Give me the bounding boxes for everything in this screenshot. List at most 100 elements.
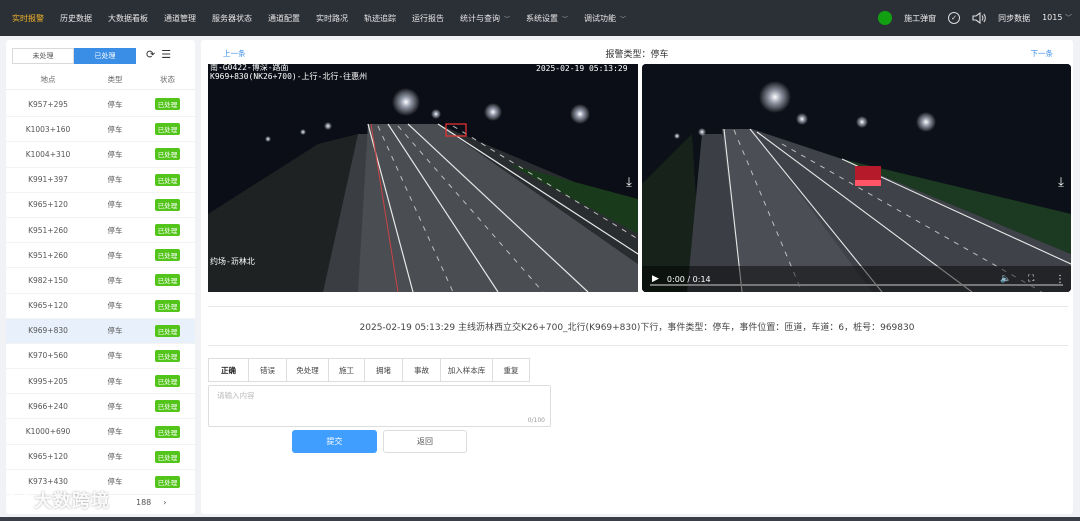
row-type: 停车: [107, 376, 123, 386]
header-type: 类型: [107, 75, 123, 84]
header-location: 地点: [40, 75, 56, 84]
row-status: 已处理: [140, 168, 195, 192]
top-nav-bar: 实时报警 历史数据 大数据看板 通道管理 服务器状态 通道配置 实时路况 轨迹追踪 运行报告 统计…: [0, 0, 1080, 36]
tab-processed[interactable]: 已处理: [74, 48, 136, 64]
nav-item-1[interactable]: 历史数据: [52, 0, 100, 36]
brand-watermark: 大数跨境: [8, 487, 110, 513]
alarm-list-row[interactable]: K951+260 停车 已处理: [6, 218, 195, 244]
alarm-list-row[interactable]: K1004+310 停车 已处理: [6, 142, 195, 168]
row-status: 已处理: [140, 470, 195, 494]
alarm-list-row[interactable]: K982+150 停车 已处理: [6, 268, 195, 294]
status-badge: 已处理: [154, 148, 181, 161]
check-circle-icon[interactable]: ✓: [948, 12, 961, 24]
row-location: K982+150: [28, 275, 68, 285]
row-location: K951+260: [28, 250, 68, 260]
alarm-list-row[interactable]: K965+120 停车 已处理: [6, 193, 195, 218]
alarm-list-row[interactable]: K970+560 停车 已处理: [6, 344, 195, 370]
user-menu[interactable]: 1015 ﹀: [1042, 13, 1072, 23]
back-button[interactable]: 返回: [383, 430, 467, 453]
alarm-list-row[interactable]: K995+205 停车 已处理: [6, 369, 195, 395]
nav-item-0[interactable]: 实时报警: [4, 0, 52, 36]
tag-button[interactable]: 拥堵: [365, 359, 403, 381]
video-progress-bar[interactable]: [650, 284, 1063, 286]
alarm-list-row[interactable]: K966+240 停车 已处理: [6, 394, 195, 420]
play-icon[interactable]: ▶: [652, 274, 659, 284]
row-status: 已处理: [140, 142, 195, 166]
alarm-list-row[interactable]: K991+397 停车 已处理: [6, 168, 195, 193]
alarm-list-row[interactable]: K951+260 停车 已处理: [6, 243, 195, 269]
alarm-list-row[interactable]: K957+295 停车 已处理: [6, 92, 195, 118]
nav-item-4[interactable]: 服务器状态: [204, 0, 260, 36]
chevron-down-icon: ﹀: [620, 15, 627, 23]
alarm-list-row[interactable]: K1003+160 停车 已处理: [6, 117, 195, 143]
mute-icon[interactable]: 🔈: [1000, 274, 1011, 284]
tag-button[interactable]: 施工: [329, 359, 365, 381]
divider: [208, 345, 1068, 346]
event-video-player[interactable]: ⤓ ▶ 0:00 / 0:14 🔈 ⛶ ⋮: [642, 64, 1071, 292]
row-location: K1000+690: [25, 427, 71, 437]
tag-button[interactable]: 加入样本库: [441, 359, 493, 381]
row-status: 已处理: [140, 117, 195, 141]
alarm-list: K957+295 停车 已处理 K1003+160 停车 已处理 K1004+310 停车 已处…: [6, 92, 195, 495]
nav-item-6[interactable]: 实时路况: [308, 0, 356, 36]
textarea-placeholder: 请输入内容: [217, 391, 255, 400]
nav-item-label: 实时路况: [316, 13, 348, 23]
row-type: 停车: [107, 200, 123, 210]
nav-item-11[interactable]: 调试功能 ﹀: [576, 0, 634, 36]
row-status: 已处理: [140, 445, 195, 469]
more-options-icon[interactable]: ⋮: [1055, 274, 1065, 285]
row-location: K965+120: [28, 452, 68, 462]
tag-button[interactable]: 错误: [249, 359, 287, 381]
download-icon[interactable]: ⤓: [622, 176, 636, 190]
status-badge: 已处理: [154, 324, 181, 337]
alarm-list-row[interactable]: K1000+690 停车 已处理: [6, 419, 195, 445]
nav-item-5[interactable]: 通道配置: [260, 0, 308, 36]
header-status: 状态: [160, 75, 175, 84]
row-status: 已处理: [140, 268, 195, 292]
row-location: K951+260: [28, 225, 68, 235]
nav-item-8[interactable]: 运行报告: [404, 0, 452, 36]
nav-item-label: 实时报警: [12, 13, 44, 23]
submit-button[interactable]: 提交: [292, 430, 377, 453]
camera-snapshot: 南-G0422-博深-路面 K969+830(NK26+700)-上行-北行-往…: [208, 64, 638, 292]
alarm-list-row[interactable]: K965+120 停车 已处理: [6, 445, 195, 470]
construction-popup-button[interactable]: 施工弹窗: [904, 13, 936, 24]
status-segment: 未处理 已处理: [12, 48, 136, 64]
nav-item-10[interactable]: 系统设置 ﹀: [518, 0, 576, 36]
alarm-detail-panel: 上一条 报警类型：停车 下一条 南-G0422-博深-路面 K969+830(N…: [201, 40, 1073, 514]
row-type: 停车: [107, 401, 123, 411]
status-badge: 已处理: [154, 274, 181, 287]
tag-button[interactable]: 事故: [403, 359, 441, 381]
status-badge: 已处理: [154, 450, 181, 463]
alarm-list-row[interactable]: K965+120 停车 已处理: [6, 294, 195, 319]
download-icon[interactable]: ⤓: [1054, 176, 1068, 190]
sync-data-button[interactable]: 同步数据: [998, 13, 1030, 24]
tag-button[interactable]: 免处理: [287, 359, 329, 381]
volume-icon[interactable]: [972, 12, 986, 24]
list-menu-icon[interactable]: ☰: [161, 48, 171, 61]
status-badge: 已处理: [154, 198, 181, 211]
nav-item-7[interactable]: 轨迹追踪: [356, 0, 404, 36]
camera-bottom-label: 约场-沥林北: [210, 257, 255, 266]
remark-textarea[interactable]: 请输入内容 0/100: [208, 385, 551, 427]
nav-item-2[interactable]: 大数据看板: [100, 0, 156, 36]
row-status: 已处理: [140, 218, 195, 242]
status-badge: 已处理: [154, 98, 181, 111]
watermark-text: 大数跨境: [34, 491, 110, 512]
nav-item-3[interactable]: 通道管理: [156, 0, 204, 36]
status-badge: 已处理: [154, 349, 181, 362]
alarm-list-row[interactable]: K969+830 停车 已处理: [6, 318, 195, 344]
row-location: K969+830: [28, 326, 68, 336]
status-badge: 已处理: [154, 400, 181, 413]
tag-button[interactable]: 正确: [209, 359, 249, 381]
nav-item-9[interactable]: 统计与查询 ﹀: [452, 0, 518, 36]
chevron-down-icon: ﹀: [562, 15, 569, 23]
tab-unprocessed[interactable]: 未处理: [12, 48, 74, 64]
chevron-down-icon: ﹀: [504, 15, 511, 23]
row-status: 已处理: [140, 294, 195, 318]
tag-button[interactable]: 重复: [493, 359, 529, 381]
next-alarm-link[interactable]: 下一条: [1031, 48, 1054, 59]
refresh-icon[interactable]: ⟳: [146, 48, 155, 61]
next-page-button[interactable]: ›: [163, 498, 166, 507]
fullscreen-icon[interactable]: ⛶: [1028, 274, 1034, 284]
